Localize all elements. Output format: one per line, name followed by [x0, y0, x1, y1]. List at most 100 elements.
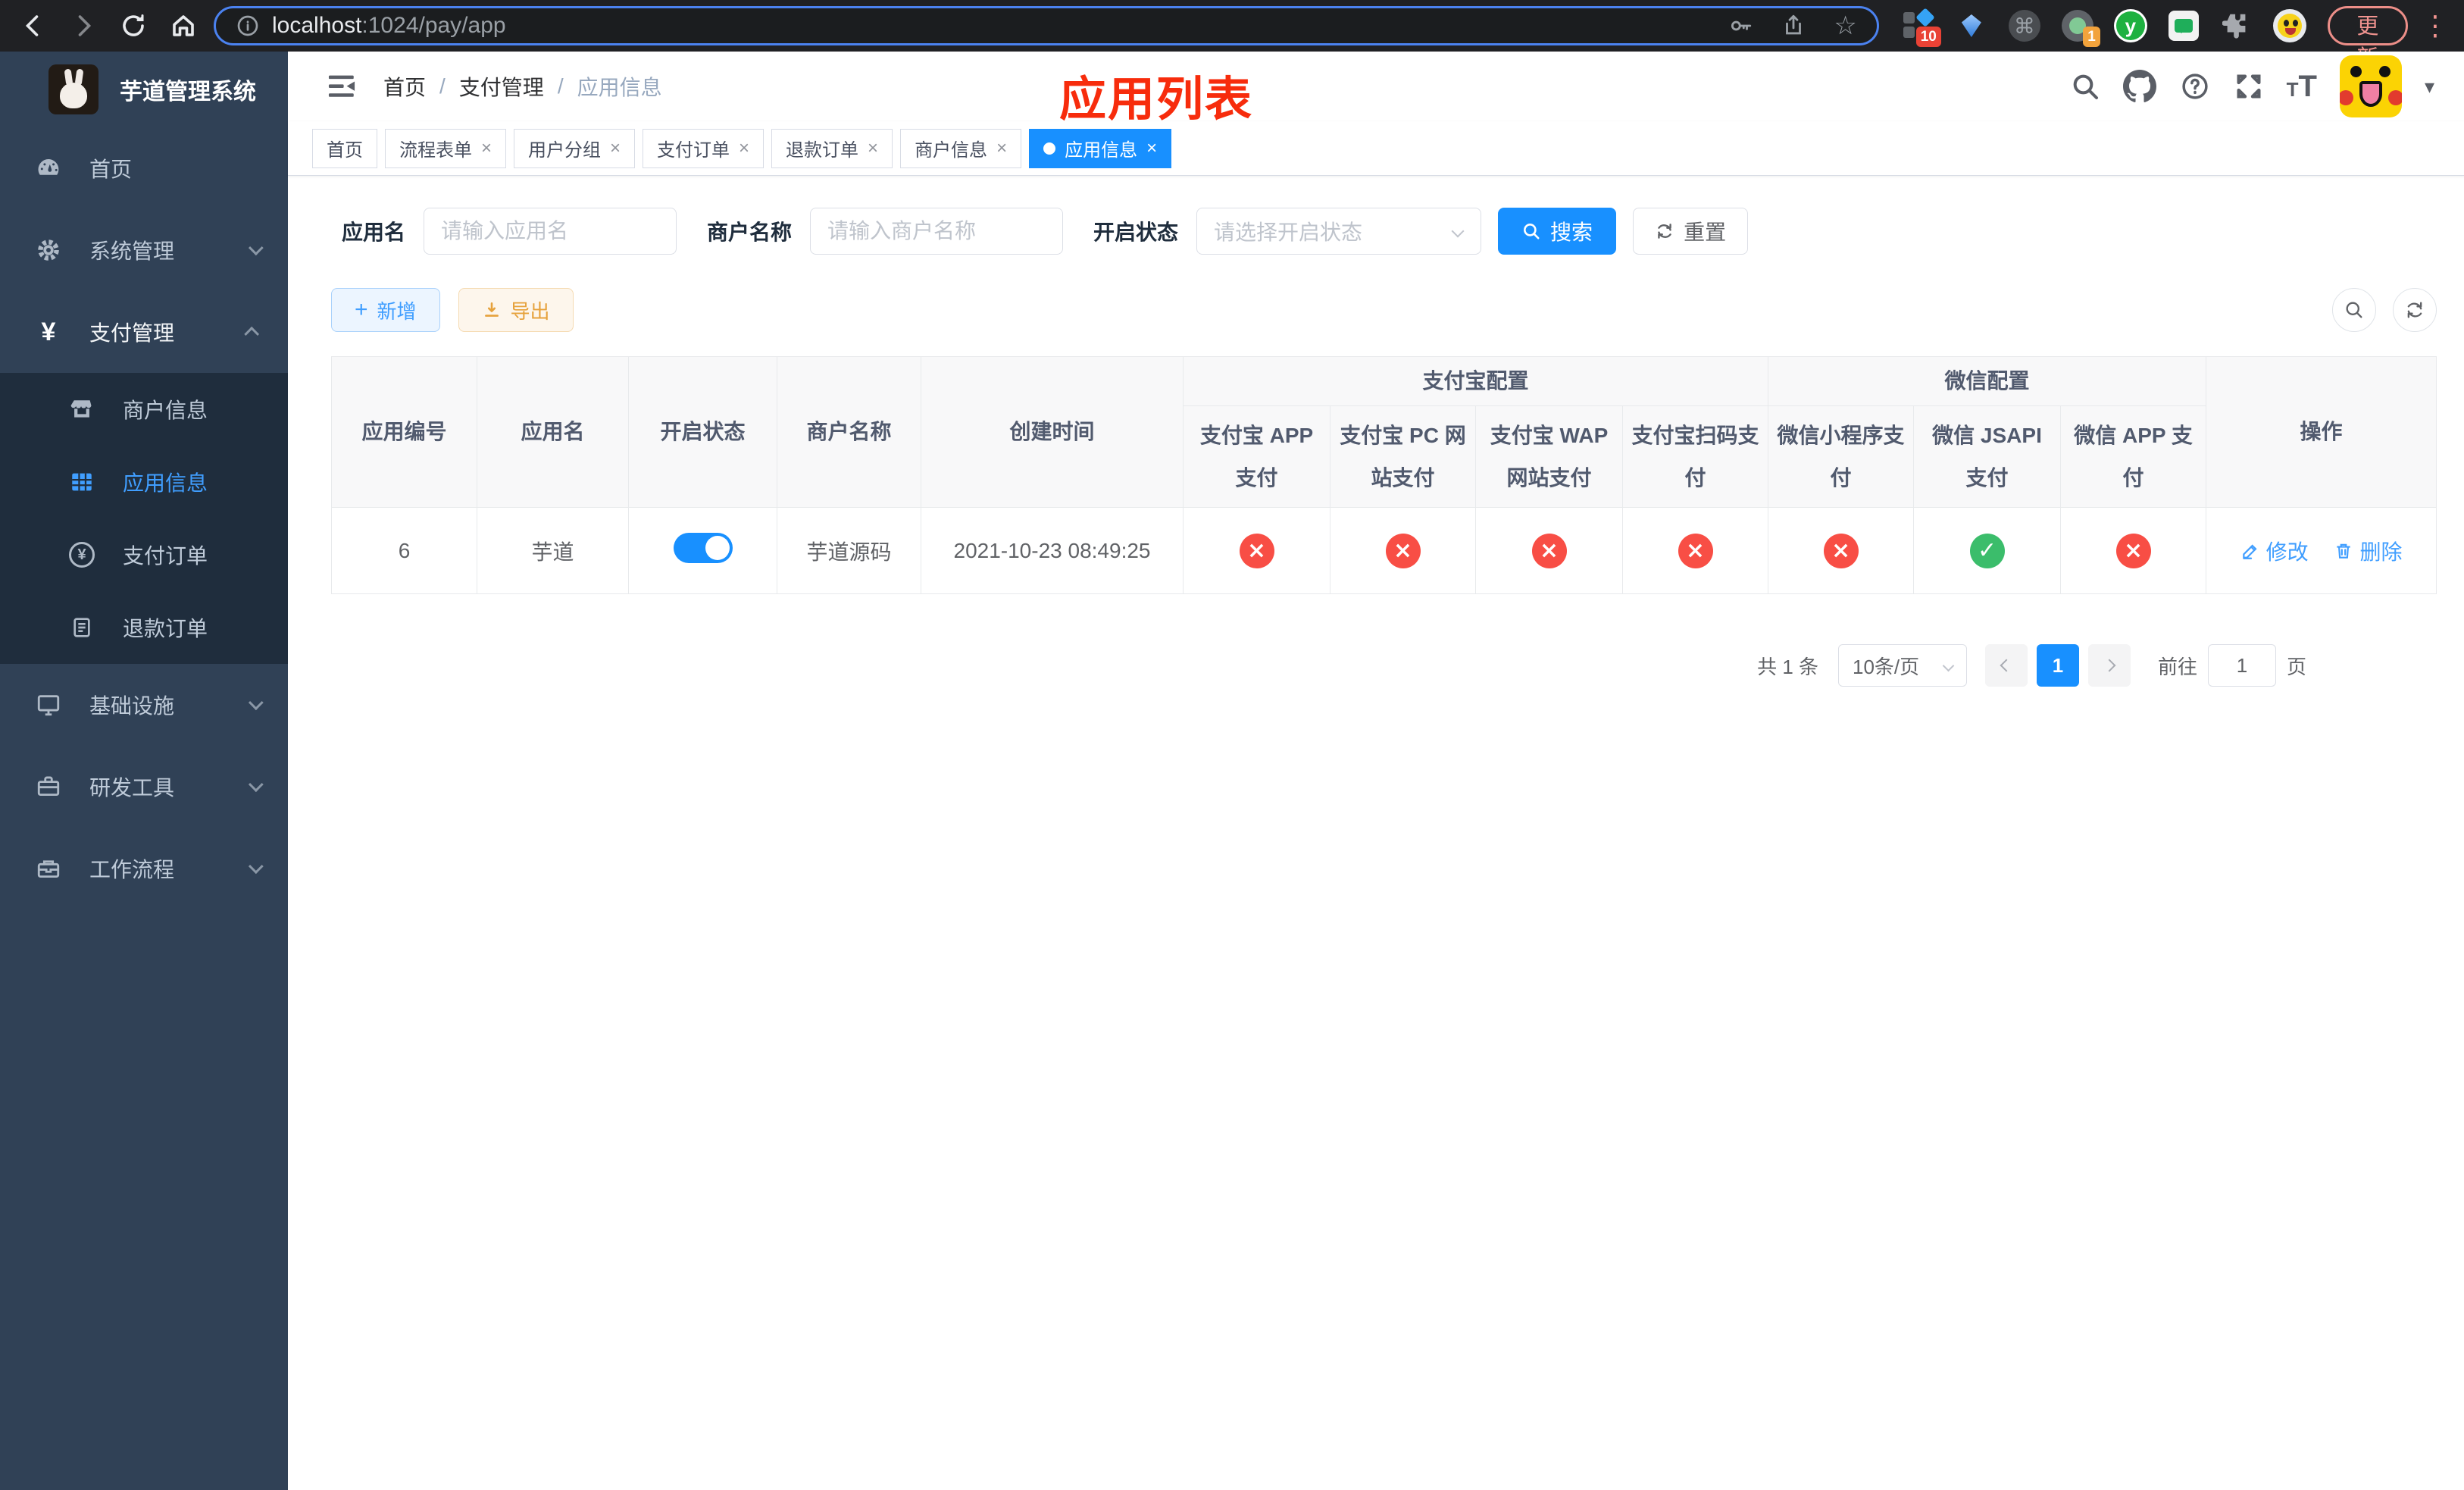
sidebar-item-home[interactable]: 首页	[0, 127, 288, 209]
status-label: 开启状态	[1093, 221, 1179, 244]
sidebar-collapse-icon[interactable]	[326, 70, 358, 102]
delete-link[interactable]: 删除	[2334, 536, 2402, 566]
bookmark-star-icon[interactable]: ☆	[1834, 11, 1856, 41]
tab-pay-order[interactable]: 支付订单 ×	[643, 128, 765, 168]
extension-grid-diamond-icon[interactable]: 10	[1902, 8, 1941, 47]
help-icon[interactable]	[2179, 70, 2211, 102]
sidebar-item-label: 商户信息	[123, 399, 208, 422]
header-search-icon[interactable]	[2070, 71, 2100, 102]
password-key-icon[interactable]	[1728, 13, 1753, 39]
plus-icon: +	[355, 297, 368, 322]
browser-update-button[interactable]: 更新	[2327, 6, 2408, 70]
prev-page-button[interactable]	[1985, 644, 2028, 687]
profile-avatar-icon[interactable]	[2272, 9, 2306, 42]
sidebar-item-label: 系统管理	[89, 239, 175, 263]
yen-icon: ¥	[41, 317, 56, 346]
wechat-lite-status-icon	[1823, 533, 1859, 568]
breadcrumb: 首页 / 支付管理 / 应用信息	[383, 71, 662, 102]
active-dot	[1043, 142, 1056, 155]
chevron-down-icon	[1451, 224, 1465, 238]
font-size-icon[interactable]: TT	[2287, 71, 2317, 102]
sidebar-subitem-pay-order[interactable]: ¥ 支付订单	[0, 518, 288, 591]
status-switch[interactable]	[673, 533, 733, 563]
grid-icon	[67, 469, 97, 495]
app-table: 应用编号 应用名 开启状态 商户名称 创建时间 支付宝配置 微信配置 操作 支付…	[331, 356, 2437, 594]
tab-user-group[interactable]: 用户分组 ×	[514, 128, 636, 168]
col-wechat-lite: 微信小程序支付	[1768, 405, 1915, 508]
page-size-select[interactable]: 10条/页	[1838, 644, 1968, 687]
goto-label: 前往	[2158, 655, 2198, 678]
app-title: 芋道管理系统	[120, 80, 256, 105]
add-button[interactable]: + 新增	[331, 288, 440, 332]
merchant-name-input[interactable]	[810, 208, 1064, 255]
col-alipay-qr: 支付宝扫码支付	[1621, 405, 1769, 508]
reset-button[interactable]: 重置	[1633, 208, 1749, 255]
dashboard-icon	[33, 155, 64, 182]
avatar-caret-icon[interactable]: ▾	[2425, 75, 2434, 99]
sidebar-item-label: 首页	[89, 158, 133, 181]
user-avatar[interactable]	[2339, 55, 2402, 117]
extension-recorder-icon[interactable]: 1	[2061, 9, 2100, 47]
edit-link[interactable]: 修改	[2240, 536, 2309, 566]
export-button[interactable]: 导出	[458, 288, 574, 332]
extension-y-icon[interactable]: y	[2113, 9, 2147, 42]
goto-page-input[interactable]	[2208, 644, 2277, 687]
app-name-input[interactable]	[424, 208, 677, 255]
tab-app-info[interactable]: 应用信息 ×	[1029, 128, 1172, 168]
col-app-name: 应用名	[477, 356, 629, 508]
goto-unit-label: 页	[2287, 655, 2307, 678]
cell-merchant: 芋道源码	[777, 507, 921, 594]
site-info-icon[interactable]	[236, 14, 260, 38]
sidebar-item-system[interactable]: 系统管理	[0, 209, 288, 291]
browser-menu-icon[interactable]: ⋮	[2422, 10, 2450, 42]
sidebar-item-workflow[interactable]: 工作流程	[0, 828, 288, 909]
sidebar-item-label: 基础设施	[89, 694, 175, 718]
next-page-button[interactable]	[2088, 644, 2131, 687]
close-icon[interactable]: ×	[481, 138, 492, 159]
browser-home-icon[interactable]	[164, 6, 203, 45]
breadcrumb-home[interactable]: 首页	[383, 71, 426, 102]
close-icon[interactable]: ×	[739, 138, 749, 159]
fullscreen-icon[interactable]	[2234, 71, 2264, 102]
status-select[interactable]: 请选择开启状态	[1196, 208, 1482, 255]
search-button[interactable]: 搜索	[1498, 208, 1617, 255]
github-icon[interactable]	[2122, 70, 2156, 103]
browser-back-icon[interactable]	[14, 6, 53, 45]
coin-yen-icon: ¥	[67, 542, 97, 568]
cell-app-id: 6	[331, 507, 477, 594]
sidebar-item-dev-tools[interactable]: 研发工具	[0, 746, 288, 828]
page-number-button[interactable]: 1	[2037, 644, 2080, 687]
close-icon[interactable]: ×	[1146, 138, 1157, 159]
sidebar-item-label: 退款订单	[123, 617, 208, 640]
close-icon[interactable]: ×	[610, 138, 621, 159]
shop-icon	[67, 396, 97, 422]
share-icon[interactable]	[1781, 13, 1806, 39]
sidebar-item-infrastructure[interactable]: 基础设施	[0, 664, 288, 746]
extension-chat-icon[interactable]	[2167, 9, 2200, 42]
sidebar-subitem-app-info[interactable]: 应用信息	[0, 446, 288, 518]
extension-command-icon[interactable]: ⌘	[2008, 9, 2041, 42]
tab-home[interactable]: 首页	[312, 128, 377, 168]
close-icon[interactable]: ×	[868, 138, 878, 159]
browser-reload-icon[interactable]	[114, 6, 153, 45]
tab-merchant-info[interactable]: 商户信息 ×	[900, 128, 1022, 168]
breadcrumb-payment[interactable]: 支付管理	[459, 71, 544, 102]
app-logo-row[interactable]: 芋道管理系统	[0, 52, 288, 127]
tab-flow-form[interactable]: 流程表单 ×	[385, 128, 507, 168]
show-search-toggle-button[interactable]	[2332, 288, 2377, 332]
sidebar-subitem-merchant-info[interactable]: 商户信息	[0, 373, 288, 446]
chevron-up-icon	[244, 326, 260, 342]
download-icon	[484, 302, 499, 317]
close-icon[interactable]: ×	[996, 138, 1007, 159]
extensions-puzzle-icon[interactable]	[2220, 9, 2253, 42]
toolbox-icon	[33, 774, 64, 800]
sidebar-item-payment[interactable]: ¥ 支付管理	[0, 291, 288, 373]
alipay-wap-status-icon	[1531, 533, 1567, 568]
sidebar-item-label: 支付订单	[123, 544, 208, 568]
extension-gem-icon[interactable]	[1955, 9, 1988, 42]
sidebar-subitem-refund-order[interactable]: 退款订单	[0, 591, 288, 664]
browser-forward-icon[interactable]	[64, 6, 103, 45]
tab-refund-order[interactable]: 退款订单 ×	[771, 128, 893, 168]
refresh-table-button[interactable]	[2393, 288, 2437, 332]
address-bar[interactable]: localhost:1024/pay/app ☆	[214, 6, 1879, 45]
